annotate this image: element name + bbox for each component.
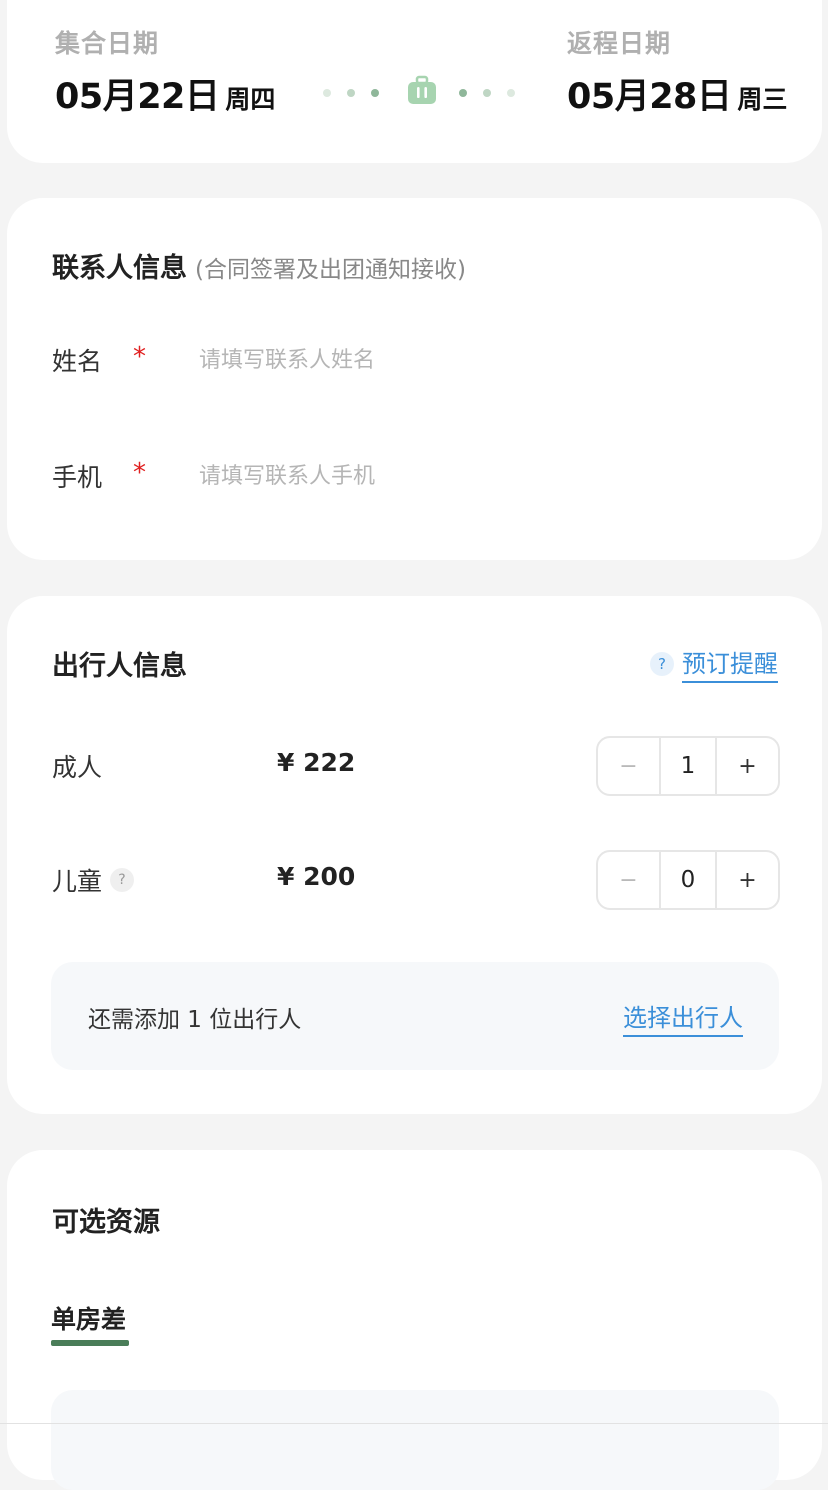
connector-dot [347,89,355,97]
depart-weekday: 周四 [225,85,276,114]
return-weekday: 周三 [737,85,788,114]
connector-dot [483,89,491,97]
connector-dot [323,89,331,97]
child-label: 儿童 ? [52,862,135,898]
optional-resources-card: 可选资源 单房差 [7,1150,822,1490]
return-date: 05月28日 [567,77,732,117]
depart-date: 05月22日 [55,77,220,117]
contact-name-input[interactable] [199,340,759,380]
bottom-divider [0,1423,828,1424]
adult-label-text: 成人 [52,753,103,782]
child-label-text: 儿童 [52,867,103,896]
contact-phone-field: 手机 * [52,456,772,498]
name-label: 姓名 [52,347,103,376]
traveler-info-card: 出行人信息 ? 预订提醒 成人 ¥ 222 − 1 + 儿童 ? ¥ 200 −… [7,596,822,1114]
connector-dot [507,89,515,97]
adult-increment-button[interactable]: + [717,738,778,794]
trip-date-card: 集合日期 05月22日 周四 返程日期 05月28日 周三 [7,0,822,163]
traveler-notice-text: 还需添加 1 位出行人 [88,1007,302,1033]
traveler-notice: 还需添加 1 位出行人 选择出行人 [51,962,779,1070]
depart-date-block: 集合日期 05月22日 周四 [55,24,275,119]
contact-name-field: 姓名 * [52,340,772,382]
adult-price: ¥ 222 [277,748,356,777]
child-price: ¥ 200 [277,862,356,891]
contact-title: 联系人信息 [52,253,187,284]
contact-subtitle: (合同签署及出团通知接收) [195,257,466,283]
select-traveler-link[interactable]: 选择出行人 [623,998,743,1037]
resources-section-title: 可选资源 [52,1207,160,1238]
return-date-label: 返程日期 [567,29,672,58]
suitcase-icon [408,75,436,104]
adult-decrement-button[interactable]: − [598,738,659,794]
child-decrement-button[interactable]: − [598,852,659,908]
adult-label: 成人 [52,748,102,784]
required-mark: * [133,458,146,488]
return-date-block: 返程日期 05月28日 周三 [567,24,787,119]
adult-count: 1 [659,738,717,794]
date-connector [323,75,517,111]
depart-date-value: 05月22日 周四 [55,68,275,119]
return-date-value: 05月28日 周三 [567,68,787,119]
child-help-icon[interactable]: ? [110,868,135,892]
booking-reminder-link[interactable]: 预订提醒 [682,644,778,683]
booking-reminder[interactable]: ? 预订提醒 [650,644,778,683]
child-quantity-stepper: − 0 + [596,850,780,910]
child-row: 儿童 ? ¥ 200 − 0 + [52,850,780,910]
connector-dot [459,89,467,97]
required-mark: * [133,342,146,372]
tab-single-room-supplement[interactable]: 单房差 [51,1300,126,1336]
depart-date-label: 集合日期 [55,29,160,58]
question-icon: ? [650,651,674,676]
resource-panel [51,1390,779,1490]
contact-info-card: 联系人信息 (合同签署及出团通知接收) 姓名 * 手机 * [7,198,822,560]
adult-row: 成人 ¥ 222 − 1 + [52,736,780,796]
phone-label: 手机 [52,463,103,492]
contact-phone-input[interactable] [199,456,759,496]
adult-quantity-stepper: − 1 + [596,736,780,796]
contact-section-title: 联系人信息 (合同签署及出团通知接收) [52,246,466,285]
active-tab-indicator [51,1340,129,1346]
connector-dot [371,89,379,97]
child-increment-button[interactable]: + [717,852,778,908]
traveler-section-title: 出行人信息 [52,651,187,682]
child-count: 0 [659,852,717,908]
